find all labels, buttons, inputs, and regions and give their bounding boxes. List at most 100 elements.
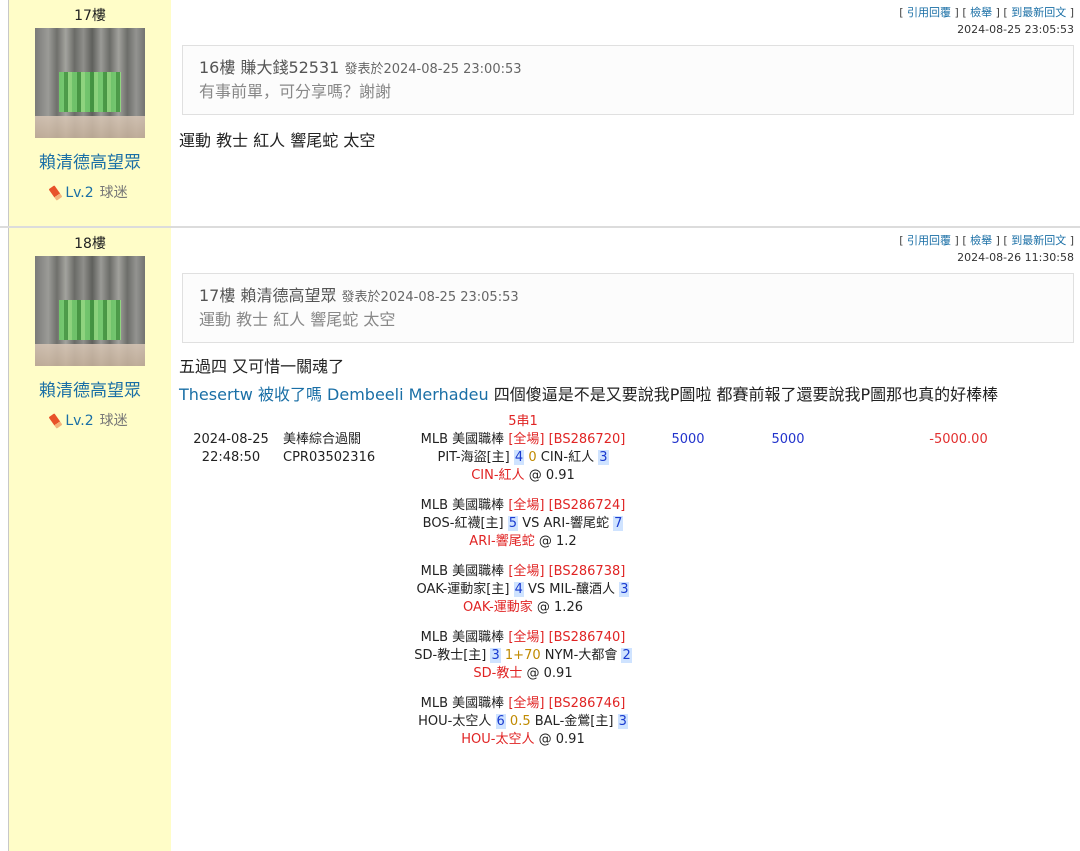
level-name: 球迷: [99, 185, 128, 201]
divider: [8, 228, 9, 851]
home-score: 4: [513, 582, 524, 597]
latest-reply-link[interactable]: 到最新回文: [1011, 234, 1066, 247]
game-id: [BS286720]: [548, 432, 626, 447]
game-league: MLB 美國職棒: [420, 564, 505, 579]
home-team: BOS-紅襪[主]: [422, 516, 504, 531]
game-matchup: PIT-海盜[主] 4 0 CIN-紅人 3: [403, 449, 643, 467]
author-panel: 17樓 賴清德高望眾 Lv.2 球迷: [9, 0, 171, 226]
away-score: 2: [621, 648, 632, 663]
quote-ref: 17樓 賴清德高望眾: [199, 286, 337, 305]
game-header: MLB 美國職棒 [全場] [BS286740]: [403, 629, 643, 647]
game-pick: OAK-運動家 @ 1.26: [403, 599, 643, 617]
home-score: 5: [507, 516, 519, 531]
bet-table: 2024-08-25 22:48:50 美棒綜合過關 CPR03502316 5…: [179, 413, 1074, 761]
pick-odds: @ 1.26: [536, 600, 583, 615]
game-period: [全場]: [508, 630, 545, 645]
bet-datetime: 2024-08-25 22:48:50: [179, 431, 283, 761]
quote-reply-link[interactable]: 引用回覆: [907, 6, 951, 19]
bet-date: 2024-08-25: [193, 432, 269, 447]
pick-team: HOU-太空人: [461, 732, 535, 747]
username[interactable]: 賴清德高望眾: [39, 150, 141, 176]
game-id: [BS286738]: [548, 564, 626, 579]
pick-odds: @ 0.91: [528, 468, 575, 483]
game-matchup: HOU-太空人 6 0.5 BAL-金鶯[主] 3: [403, 713, 643, 731]
game-pick: HOU-太空人 @ 0.91: [403, 731, 643, 749]
quote-ref: 16樓 賺大錢52531: [199, 58, 340, 77]
avatar[interactable]: [35, 28, 145, 138]
game-period: [全場]: [508, 432, 545, 447]
game-league: MLB 美國職棒: [420, 696, 505, 711]
post-content: [ 引用回覆 ] [ 檢舉 ] [ 到最新回文 ] 2024-08-25 23:…: [171, 0, 1080, 226]
game-league: MLB 美國職棒: [420, 432, 505, 447]
game-league: MLB 美國職棒: [420, 630, 505, 645]
game-pick: SD-教士 @ 0.91: [403, 665, 643, 683]
game-handicap: 1+70: [504, 648, 541, 663]
body-text: 四個傻逼是不是又要說我P圖啦 都賽前報了還要說我P圖那也真的好棒棒: [488, 385, 999, 404]
home-team: HOU-太空人: [418, 714, 492, 729]
avatar[interactable]: [35, 256, 145, 366]
post-17: 17樓 賴清德高望眾 Lv.2 球迷 [ 引用回覆 ] [ 檢舉 ] [ 到最新…: [0, 0, 1080, 226]
quote-text: 運動 教士 紅人 響尾蛇 太空: [199, 310, 396, 329]
game-matchup: BOS-紅襪[主] 5 VS ARI-響尾蛇 7: [403, 515, 643, 533]
away-score: 3: [619, 582, 630, 597]
quote-block: 16樓 賺大錢52531 發表於2024-08-25 23:00:53 有事前單…: [182, 45, 1074, 115]
game-period: [全場]: [508, 564, 545, 579]
game-entry: MLB 美國職棒 [全場] [BS286746] HOU-太空人 6 0.5 BA…: [403, 695, 643, 749]
post-body-line1: 五過四 又可惜一關魂了: [179, 357, 345, 376]
report-link[interactable]: 檢舉: [970, 6, 992, 19]
username[interactable]: 賴清德高望眾: [39, 378, 141, 404]
game-handicap: 0: [528, 450, 537, 465]
game-pick: ARI-響尾蛇 @ 1.2: [403, 533, 643, 551]
level-number: Lv.2: [65, 185, 94, 201]
game-entry: MLB 美國職棒 [全場] [BS286724] BOS-紅襪[主] 5 VS A…: [403, 497, 643, 551]
user-level: Lv.2 球迷: [48, 182, 128, 204]
game-league: MLB 美國職棒: [420, 498, 505, 513]
quote-posted: 發表於2024-08-25 23:05:53: [341, 290, 519, 305]
post-content: [ 引用回覆 ] [ 檢舉 ] [ 到最新回文 ] 2024-08-26 11:…: [171, 228, 1080, 851]
game-entry: MLB 美國職棒 [全場] [BS286740] SD-教士[主] 3 1+70 …: [403, 629, 643, 683]
post-body-line2: Thesertw 被收了嗎 Dembeeli Merhadeu 四個傻逼是不是又…: [179, 381, 1074, 409]
post-18: 18樓 賴清德高望眾 Lv.2 球迷 [ 引用回覆 ] [ 檢舉 ] [ 到最新…: [0, 226, 1080, 851]
mention-text[interactable]: Thesertw 被收了嗎 Dembeeli Merhadeu: [179, 385, 489, 404]
post-time: 2024-08-26 11:30:58: [957, 251, 1074, 264]
quote-reply-link[interactable]: 引用回覆: [907, 234, 951, 247]
user-level: Lv.2 球迷: [48, 410, 128, 432]
game-id: [BS286746]: [548, 696, 626, 711]
game-id: [BS286740]: [548, 630, 626, 645]
author-panel: 18樓 賴清德高望眾 Lv.2 球迷: [9, 228, 171, 851]
game-entry: MLB 美國職棒 [全場] [BS286720] PIT-海盜[主] 4 0 CI…: [403, 431, 643, 485]
pick-team: CIN-紅人: [471, 468, 525, 483]
bet-type-name: 美棒綜合過關: [283, 432, 362, 447]
away-score: 7: [613, 516, 624, 531]
away-team: MIL-釀酒人: [549, 582, 616, 597]
latest-reply-link[interactable]: 到最新回文: [1011, 6, 1066, 19]
away-team: NYM-大都會: [544, 648, 618, 663]
game-period: [全場]: [508, 498, 545, 513]
game-period: [全場]: [508, 696, 545, 711]
bet-row: 2024-08-25 22:48:50 美棒綜合過關 CPR03502316 5…: [179, 413, 1074, 761]
bet-result: -5000.00: [929, 432, 988, 447]
floor-number: 17樓: [74, 8, 106, 24]
post-body: 運動 教士 紅人 響尾蛇 太空: [179, 131, 376, 150]
game-matchup: OAK-運動家[主] 4 VS MIL-釀酒人 3: [403, 581, 643, 599]
pick-odds: @ 1.2: [538, 534, 577, 549]
pick-odds: @ 0.91: [538, 732, 585, 747]
game-pick: CIN-紅人 @ 0.91: [403, 467, 643, 485]
game-id: [BS286724]: [548, 498, 626, 513]
floor-number: 18樓: [74, 236, 106, 252]
away-score: 3: [598, 450, 609, 465]
game-header: MLB 美國職棒 [全場] [BS286720]: [403, 431, 643, 449]
pick-team: SD-教士: [473, 666, 523, 681]
pencil-icon: [48, 185, 63, 201]
home-team: SD-教士[主]: [414, 648, 487, 663]
bet-time: 22:48:50: [201, 450, 261, 465]
pick-team: ARI-響尾蛇: [469, 534, 535, 549]
game-matchup: SD-教士[主] 3 1+70 NYM-大都會 2: [403, 647, 643, 665]
report-link[interactable]: 檢舉: [970, 234, 992, 247]
bet-games: 5串1 MLB 美國職棒 [全場] [BS286720] PIT-海盜[主] 4 …: [403, 413, 643, 761]
bet-amount: 5000: [671, 432, 705, 447]
game-handicap: VS: [522, 516, 540, 531]
level-name: 球迷: [99, 413, 128, 429]
home-score: 4: [513, 450, 525, 465]
divider: [8, 0, 9, 226]
